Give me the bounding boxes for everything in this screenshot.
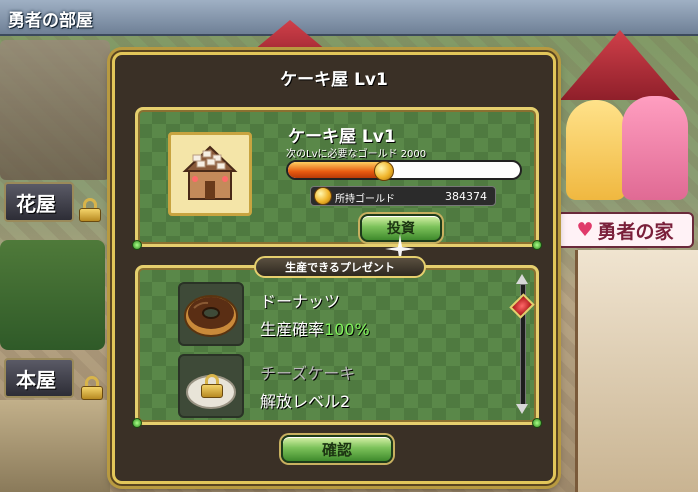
scroll-thumb[interactable] bbox=[509, 293, 535, 319]
background-roof bbox=[560, 30, 680, 100]
gold-label: 所持ゴールド bbox=[335, 194, 395, 205]
gem-ornament bbox=[532, 240, 542, 250]
donut-icon bbox=[184, 295, 238, 337]
lock-icon bbox=[80, 376, 104, 400]
background-garden bbox=[0, 240, 105, 350]
shop-name: ケーキ屋 Lv1 bbox=[288, 127, 396, 147]
cake-house-icon bbox=[182, 145, 238, 200]
book-shop-label: 本屋 bbox=[16, 367, 56, 392]
gem-ornament bbox=[132, 418, 142, 428]
cheesecake-icon-frame bbox=[178, 354, 244, 418]
present-list-panel: 生産できるプレゼント ドーナッツ 生産確率100% チーズケーキ 解放レベル2 bbox=[132, 256, 542, 428]
gold-coin-icon bbox=[374, 161, 394, 181]
level-progress-fill bbox=[288, 162, 384, 178]
present-section-header: 生産できるプレゼント bbox=[254, 256, 426, 278]
book-shop-sign[interactable]: 本屋 bbox=[4, 358, 74, 398]
hero-house-wall bbox=[575, 250, 698, 492]
gold-coin-icon bbox=[314, 187, 332, 205]
present-item-donut[interactable]: ドーナッツ 生産確率100% bbox=[178, 282, 508, 352]
level-progress-bar bbox=[286, 160, 522, 180]
shop-dialog: ケーキ屋 Lv1 ケーキ屋 Lv1 次のLvに必要なゴールド 2000 所持ゴー… bbox=[112, 52, 556, 484]
flower-shop-sign[interactable]: 花屋 bbox=[4, 182, 74, 222]
lock-icon bbox=[200, 374, 224, 398]
lock-icon bbox=[78, 198, 102, 222]
character-pink bbox=[622, 96, 688, 200]
unlock-level: 解放レベル2 bbox=[260, 392, 351, 411]
scroll-down-arrow-icon[interactable] bbox=[516, 404, 528, 414]
donut-icon-frame bbox=[178, 282, 244, 346]
flower-shop-label: 花屋 bbox=[16, 191, 56, 216]
probability-value: 100% bbox=[324, 320, 370, 339]
shop-info-panel: ケーキ屋 Lv1 次のLvに必要なゴールド 2000 所持ゴールド 384374… bbox=[132, 107, 542, 264]
present-section-title: 生産できるプレゼント bbox=[285, 261, 395, 274]
gold-display: 所持ゴールド 384374 bbox=[310, 186, 496, 206]
cake-shop-image bbox=[168, 132, 252, 216]
gem-ornament bbox=[132, 240, 142, 250]
background-building bbox=[0, 400, 110, 492]
present-list-scrollbar[interactable] bbox=[509, 274, 535, 414]
gem-ornament bbox=[532, 418, 542, 428]
present-item-name: ドーナッツ bbox=[260, 292, 341, 311]
hero-house-sign[interactable]: ♥ 勇者の家 bbox=[556, 212, 694, 248]
present-item-cheesecake[interactable]: チーズケーキ 解放レベル2 bbox=[178, 354, 508, 424]
next-level-requirement: 次のLvに必要なゴールド 2000 bbox=[286, 149, 427, 160]
present-item-probability: 生産確率100% bbox=[260, 316, 370, 340]
page-title: 勇者の部屋 bbox=[8, 11, 93, 31]
dialog-title: ケーキ屋 Lv1 bbox=[280, 70, 388, 90]
character-blonde bbox=[566, 100, 626, 200]
heart-icon: ♥ bbox=[576, 219, 594, 241]
gold-value: 384374 bbox=[445, 190, 487, 203]
present-item-name: チーズケーキ bbox=[260, 364, 356, 383]
top-bar: 勇者の部屋 bbox=[0, 0, 698, 36]
scroll-up-arrow-icon[interactable] bbox=[516, 274, 528, 284]
confirm-button[interactable]: 確認 bbox=[281, 435, 393, 463]
probability-label: 生産確率 bbox=[260, 320, 325, 339]
background-building bbox=[0, 40, 110, 180]
hero-house-label: 勇者の家 bbox=[597, 220, 674, 243]
confirm-button-label: 確認 bbox=[321, 440, 352, 459]
